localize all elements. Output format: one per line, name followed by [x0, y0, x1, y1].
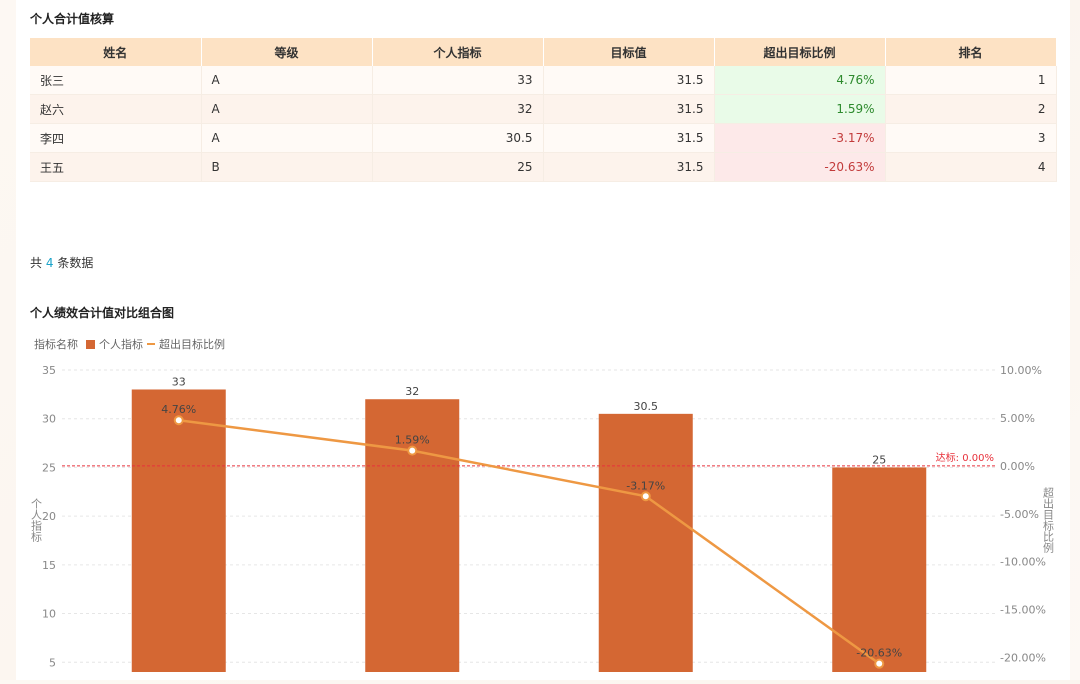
y-tick-label-right: -15.00%	[1000, 604, 1046, 617]
cell-ratio: 1.59%	[714, 94, 886, 124]
record-count-value: 4	[45, 256, 54, 270]
cell-target: 31.5	[543, 152, 715, 182]
record-count: 共 4 条数据	[30, 254, 93, 271]
chart-title: 个人绩效合计值对比组合图	[30, 306, 175, 320]
y-tick-label-left: 25	[42, 461, 56, 474]
y-tick-label-right: 5.00%	[1000, 412, 1035, 425]
y-tick-label-left: 30	[42, 413, 56, 426]
y-axis-left-label: 个人指标	[30, 498, 43, 543]
line-point	[173, 415, 184, 426]
cell-grade: A	[201, 66, 373, 95]
cell-ratio: -3.17%	[714, 123, 886, 153]
bar-value-label: 25	[872, 453, 886, 466]
reference-line-label: 达标: 0.00%	[936, 452, 994, 464]
cell-grade: B	[201, 152, 373, 182]
legend-title: 指标名称	[34, 337, 78, 351]
legend-label-line[interactable]: 超出目标比例	[159, 337, 225, 351]
cell-personal: 33	[372, 66, 544, 95]
table-row[interactable]: 张三 A 33 31.5 4.76% 1	[30, 66, 1057, 95]
y-tick-label-right: -20.00%	[1000, 652, 1046, 665]
line-value-label: 1.59%	[395, 434, 430, 447]
bar	[598, 413, 693, 672]
table-row[interactable]: 赵六 A 32 31.5 1.59% 2	[30, 94, 1057, 124]
bar-value-label: 32	[405, 385, 419, 398]
column-header-ratio[interactable]: 超出目标比例	[714, 38, 886, 66]
table-row[interactable]: 李四 A 30.5 31.5 -3.17% 3	[30, 123, 1057, 153]
line-point	[874, 658, 885, 669]
cell-rank: 2	[885, 94, 1057, 124]
cell-name: 赵六	[30, 94, 202, 124]
line-series: 4.76% 1.59% -3.17% -20.63%	[161, 403, 902, 669]
score-table: 姓名 等级 个人指标 目标值 超出目标比例 排名 张三 A 33 31.5 4.…	[30, 38, 1057, 182]
y-axis-right-label: 超出目标比例	[1042, 486, 1055, 553]
y-tick-label-left: 5	[49, 656, 56, 669]
legend-swatch-bar[interactable]	[86, 340, 95, 349]
cell-name: 李四	[30, 123, 202, 153]
line-value-label: -20.63%	[856, 647, 902, 660]
bar-value-label: 30.5	[634, 400, 659, 413]
column-header-grade[interactable]: 等级	[201, 38, 373, 66]
column-header-rank[interactable]: 排名	[885, 38, 1057, 66]
cell-target: 31.5	[543, 66, 715, 95]
line-value-label: -3.17%	[626, 479, 665, 492]
y-tick-label-left: 10	[42, 608, 56, 621]
y-tick-label-right: -10.00%	[1000, 556, 1046, 569]
record-count-prefix: 共	[30, 256, 43, 270]
cell-name: 王五	[30, 152, 202, 182]
y-tick-label-left: 15	[42, 559, 56, 572]
cell-rank: 3	[885, 123, 1057, 153]
bar-value-label: 33	[172, 375, 186, 388]
cell-personal: 32	[372, 94, 544, 124]
y-tick-label-right: 10.00%	[1000, 364, 1042, 377]
cell-grade: A	[201, 123, 373, 153]
bar	[131, 389, 226, 672]
cell-grade: A	[201, 94, 373, 124]
table-header-row: 姓名 等级 个人指标 目标值 超出目标比例 排名	[30, 38, 1057, 66]
cell-ratio: 4.76%	[714, 66, 886, 95]
line-point	[640, 491, 651, 502]
y-tick-label-right: -5.00%	[1000, 508, 1039, 521]
table-title: 个人合计值核算	[30, 12, 115, 26]
line-path	[178, 418, 880, 665]
y-axis-right: 10.00% 5.00% 0.00% -5.00% -10.00% -15.00% -20.…	[1000, 364, 1046, 665]
bar-series: 33 32 30.5 25	[131, 375, 927, 672]
y-tick-label-left: 35	[42, 364, 56, 377]
cell-personal: 30.5	[372, 123, 544, 153]
table-row[interactable]: 王五 B 25 31.5 -20.63% 4	[30, 152, 1057, 182]
column-header-name[interactable]: 姓名	[30, 38, 202, 66]
line-point	[407, 445, 418, 456]
record-count-suffix: 条数据	[57, 256, 94, 270]
cell-rank: 4	[885, 152, 1057, 182]
cell-ratio: -20.63%	[714, 152, 886, 182]
legend-label-bar[interactable]: 个人指标	[99, 337, 143, 351]
column-header-personal[interactable]: 个人指标	[372, 38, 544, 66]
y-axis-left: 5 10 15 20 25 30 35	[42, 364, 56, 669]
y-tick-label-left: 20	[42, 510, 56, 523]
cell-target: 31.5	[543, 123, 715, 153]
column-header-target[interactable]: 目标值	[543, 38, 715, 66]
cell-target: 31.5	[543, 94, 715, 124]
chart-container: 指标名称 个人指标 超出目标比例 5 10 15 20 25 30 35 10.00% 5.0…	[16, 330, 1070, 684]
line-value-label: 4.76%	[161, 403, 196, 416]
cell-name: 张三	[30, 66, 202, 95]
cell-personal: 25	[372, 152, 544, 182]
cell-rank: 1	[885, 66, 1057, 95]
combo-chart: 指标名称 个人指标 超出目标比例 5 10 15 20 25 30 35 10.00% 5.0…	[30, 337, 1055, 672]
chart-legend: 指标名称 个人指标 超出目标比例	[34, 337, 225, 351]
y-tick-label-right: 0.00%	[1000, 460, 1035, 473]
report-page: 个人合计值核算 姓名 等级 个人指标 目标值 超出目标比例 排名 张三 A 33…	[16, 0, 1070, 680]
